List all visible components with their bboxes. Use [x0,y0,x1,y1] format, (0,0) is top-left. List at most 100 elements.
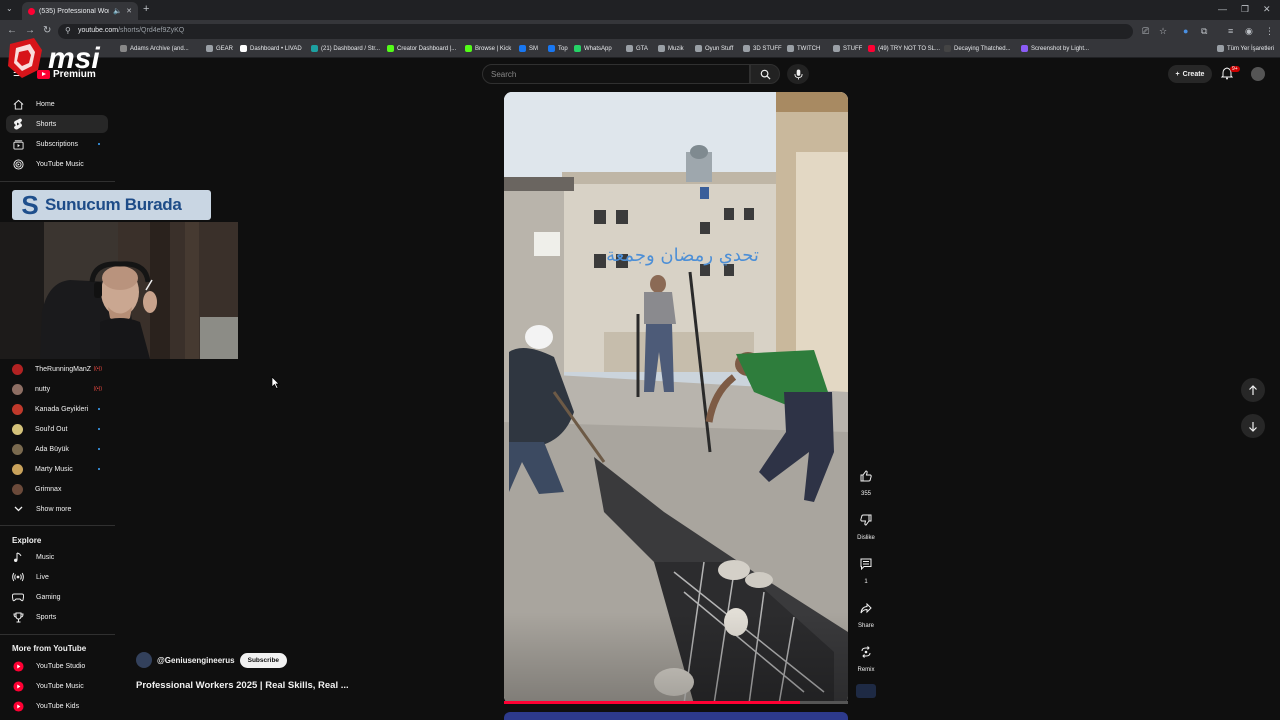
video-progress-fill [504,701,800,704]
sidebar-more-item[interactable]: YouTube Music [6,677,108,695]
search-input[interactable]: Search [482,64,750,84]
new-tab-button[interactable]: + [143,3,149,15]
bookmark-item[interactable]: (49) TRY NOT TO SL... [868,45,940,52]
webcam-overlay [0,222,238,359]
remix-button[interactable]: Remix [853,641,879,673]
account-avatar[interactable] [1251,67,1265,81]
sidebar-subscription-item[interactable]: nutty ((•)) [6,380,108,398]
search-button[interactable] [750,64,780,84]
speaker-icon[interactable]: 🔈 [113,7,122,15]
media-control-icon[interactable]: ≡ [1228,26,1233,36]
bookmark-label: WhatsApp [584,45,612,52]
bookmark-item[interactable]: Browse | Kick [465,45,511,52]
bookmark-label: Screenshot by Light... [1031,45,1090,52]
create-button[interactable]: + Create [1168,65,1212,83]
browser-tab[interactable]: (535) Professional Workers 🔈 ✕ [22,2,138,20]
bookmark-item[interactable]: Creator Dashboard |... [387,45,456,52]
subscribe-button[interactable]: Subscribe [239,652,288,668]
voice-search-button[interactable] [787,64,809,84]
music-note-icon [12,551,24,563]
channel-handle[interactable]: @Geniusengineerus [157,656,235,665]
extensions-puzzle-icon[interactable]: ⧉ [1201,26,1207,37]
sidebar-item-label: Gaming [36,593,61,601]
sidebar-subscription-item[interactable]: Grimnax [6,480,108,498]
show-more-label: Show more [36,505,72,513]
close-window-button[interactable]: ✕ [1263,4,1271,15]
url-text: youtube.com/shorts/Qrd4ef9ZyKQ [78,27,184,34]
bookmark-item[interactable]: 3D STUFF [743,45,782,52]
bookmark-star-icon[interactable]: ☆ [1159,26,1167,37]
sidebar-subscription-item[interactable]: Soul'd Out [6,420,108,438]
profile-icon[interactable]: ◉ [1245,26,1253,37]
next-short-button[interactable] [1241,414,1265,438]
bookmark-item[interactable]: GEAR [206,45,233,52]
bookmark-favicon-icon [695,45,702,52]
bookmark-item[interactable]: Top [548,45,568,52]
tab-search-icon[interactable]: ⌄ [6,4,13,13]
bookmark-item[interactable]: GTA [626,45,648,52]
youtube-music-icon [12,158,24,170]
bookmark-item[interactable]: Screenshot by Light... [1021,45,1089,52]
like-button[interactable]: 355 [853,465,879,497]
bookmark-item[interactable]: WhatsApp [574,45,612,52]
bookmark-item[interactable]: SM [519,45,538,52]
cast-icon[interactable]: ⎚ [1142,26,1149,37]
channel-avatar [12,423,23,435]
video-progress-bar[interactable] [504,701,848,704]
youtube-app-icon [12,660,24,672]
sidebar-item-shorts[interactable]: Shorts [6,115,108,133]
bookmark-item[interactable]: Decaying Thatched... [944,45,1011,52]
sidebar-item-youtube-music[interactable]: YouTube Music [6,155,108,173]
bookmark-label: 3D STUFF [753,45,782,52]
bookmark-item[interactable]: Dashboard • LIVAD [240,45,302,52]
sidebar-more-item[interactable]: YouTube Kids [6,697,108,715]
comments-button[interactable]: 1 [853,553,879,585]
banner-text: Sunucum Burada [45,195,182,214]
arrow-down-icon [1249,421,1257,432]
channel-avatar [12,483,23,495]
previous-short-button[interactable] [1241,378,1265,402]
bookmark-item[interactable]: Muzik [658,45,684,52]
subscription-label: Soul'd Out [35,425,68,433]
bookmark-item[interactable]: (21) Dashboard / Str... [311,45,380,52]
minimize-button[interactable]: — [1218,4,1227,14]
sidebar-subscription-item[interactable]: Marty Music [6,460,108,478]
bookmark-favicon-icon [548,45,555,52]
sidebar-item-gaming[interactable]: Gaming [6,588,108,606]
short-title[interactable]: Professional Workers 2025 | Real Skills,… [136,680,349,691]
address-bar[interactable] [58,24,1133,39]
bookmark-label: GEAR [216,45,234,52]
shorts-icon [12,118,24,130]
sidebar-more-item[interactable]: YouTube Studio [6,657,108,675]
channel-avatar [12,463,23,475]
sidebar-subscription-item[interactable]: Kanada Geyikleri [6,400,108,418]
sidebar-item-live[interactable]: Live [6,568,108,586]
close-tab-icon[interactable]: ✕ [126,7,132,15]
bookmark-item[interactable]: TWITCH [787,45,820,52]
extension-icon[interactable]: ● [1183,26,1188,36]
new-content-dot [98,143,100,145]
sidebar-item-subscriptions[interactable]: Subscriptions [6,135,108,153]
bookmark-item[interactable]: Tüm Yer İşaretleri [1217,45,1274,52]
chevron-down-icon [12,503,24,515]
channel-thumbnail[interactable] [856,684,876,698]
browser-menu-icon[interactable]: ⋮ [1265,26,1274,37]
restore-button[interactable]: ❐ [1241,4,1249,15]
show-more-button[interactable]: Show more [6,500,108,518]
bookmark-favicon-icon [574,45,581,52]
sidebar-item-home[interactable]: Home [6,95,108,113]
sidebar-subscription-item[interactable]: TheRunningManZ ((•)) [6,360,108,378]
sidebar-item-sports[interactable]: Sports [6,608,108,626]
sidebar-item-music[interactable]: Music [6,548,108,566]
next-short-preview[interactable] [504,712,848,720]
dislike-button[interactable]: Dislike [853,509,879,541]
sidebar-subscription-item[interactable]: Ada Büyük [6,440,108,458]
new-content-dot [98,428,100,430]
short-video-player[interactable] [504,92,848,704]
bookmark-item[interactable]: STUFF [833,45,862,52]
share-button[interactable]: Share [853,597,879,629]
channel-avatar[interactable] [136,652,152,668]
notification-badge: 9+ [1230,66,1240,72]
bookmark-item[interactable]: Oyun Stuff [695,45,733,52]
sidebar-item-label: Shorts [36,120,57,128]
